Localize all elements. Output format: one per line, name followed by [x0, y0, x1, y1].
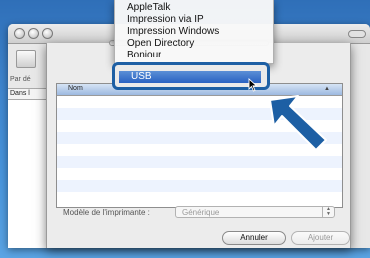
- sort-ascending-icon: ▲: [324, 86, 330, 92]
- menu-item-ip-printing[interactable]: Impression via IP: [127, 14, 204, 25]
- menu-item-windows-printing[interactable]: Impression Windows: [127, 26, 219, 37]
- printer-model-value: Générique: [182, 208, 220, 217]
- printer-model-row: Modèle de l'imprimante : Générique ▲ ▼: [63, 206, 345, 220]
- connection-type-menu[interactable]: AppleTalk Impression via IP Impression W…: [114, 0, 274, 64]
- close-window-button[interactable]: [14, 28, 25, 39]
- menu-item-usb[interactable]: USB: [119, 71, 261, 83]
- zoom-window-button[interactable]: [42, 28, 53, 39]
- list-row: [57, 192, 342, 204]
- menu-item-open-directory[interactable]: Open Directory: [127, 38, 194, 49]
- list-row: [57, 156, 342, 168]
- list-row: [57, 168, 342, 180]
- cancel-button[interactable]: Annuler: [222, 231, 286, 245]
- name-column-header[interactable]: Nom: [68, 85, 83, 92]
- toolbar-toggle-button[interactable]: [348, 30, 366, 38]
- printer-model-label: Modèle de l'imprimante :: [63, 208, 150, 217]
- printer-model-select[interactable]: Générique ▲ ▼: [175, 206, 335, 218]
- minimize-window-button[interactable]: [28, 28, 39, 39]
- list-row: [57, 180, 342, 192]
- pointer-arrow-icon: [248, 78, 258, 92]
- callout-arrow-icon: [269, 95, 327, 151]
- usb-highlight-frame: USB: [112, 62, 270, 90]
- menu-item-bonjour[interactable]: Bonjour: [127, 50, 161, 57]
- toolbar-label: Par dé: [10, 76, 31, 83]
- default-printer-icon[interactable]: [16, 50, 36, 68]
- list-column-label: Dans l: [10, 90, 30, 97]
- select-arrows-icon: ▲ ▼: [322, 207, 334, 217]
- menu-item-appletalk[interactable]: AppleTalk: [127, 2, 170, 13]
- add-button[interactable]: Ajouter: [291, 231, 350, 245]
